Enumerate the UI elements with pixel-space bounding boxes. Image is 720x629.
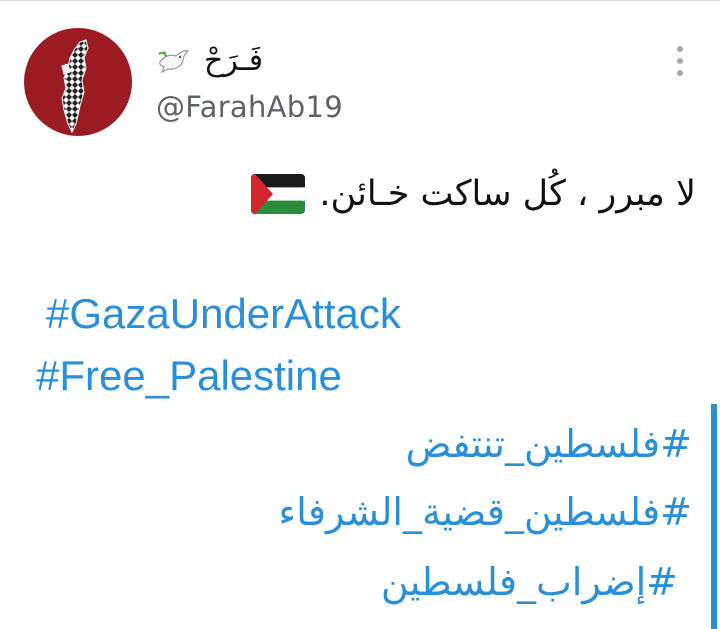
tweet-body: لا مبرر ، كُل ساكت خـائن. <box>319 174 696 214</box>
hashtag-link[interactable]: #فلسطين_قضية_الشرفاء <box>278 490 692 534</box>
hashtag-link[interactable]: #Free_Palestine <box>36 352 342 400</box>
hashtag-link[interactable]: #GazaUnderAttack <box>46 290 401 338</box>
display-name-text: فَـرَحْ <box>204 42 264 78</box>
avatar[interactable] <box>24 28 132 136</box>
dove-icon <box>158 50 190 74</box>
palestine-map-keffiyeh-icon <box>61 39 89 134</box>
tweet-text: لا مبرر ، كُل ساكت خـائن. <box>251 166 696 222</box>
palestine-flag-icon <box>251 174 306 214</box>
menu-dot <box>677 58 683 64</box>
more-options-button[interactable] <box>666 44 694 78</box>
menu-dot <box>677 46 683 52</box>
divider <box>0 0 720 1</box>
tweet-card: فَـرَحْ @FarahAb19 لا مبرر ، كُل ساكت خـ… <box>0 0 720 629</box>
hashtag-link[interactable]: #إضراب_فلسطين <box>381 560 678 604</box>
display-name[interactable]: فَـرَحْ <box>156 38 263 82</box>
user-handle[interactable]: @FarahAb19 <box>156 90 343 124</box>
menu-dot <box>677 70 683 76</box>
hashtag-link[interactable]: #فلسطين_تنتفض <box>406 422 692 466</box>
scroll-indicator[interactable] <box>711 404 717 629</box>
